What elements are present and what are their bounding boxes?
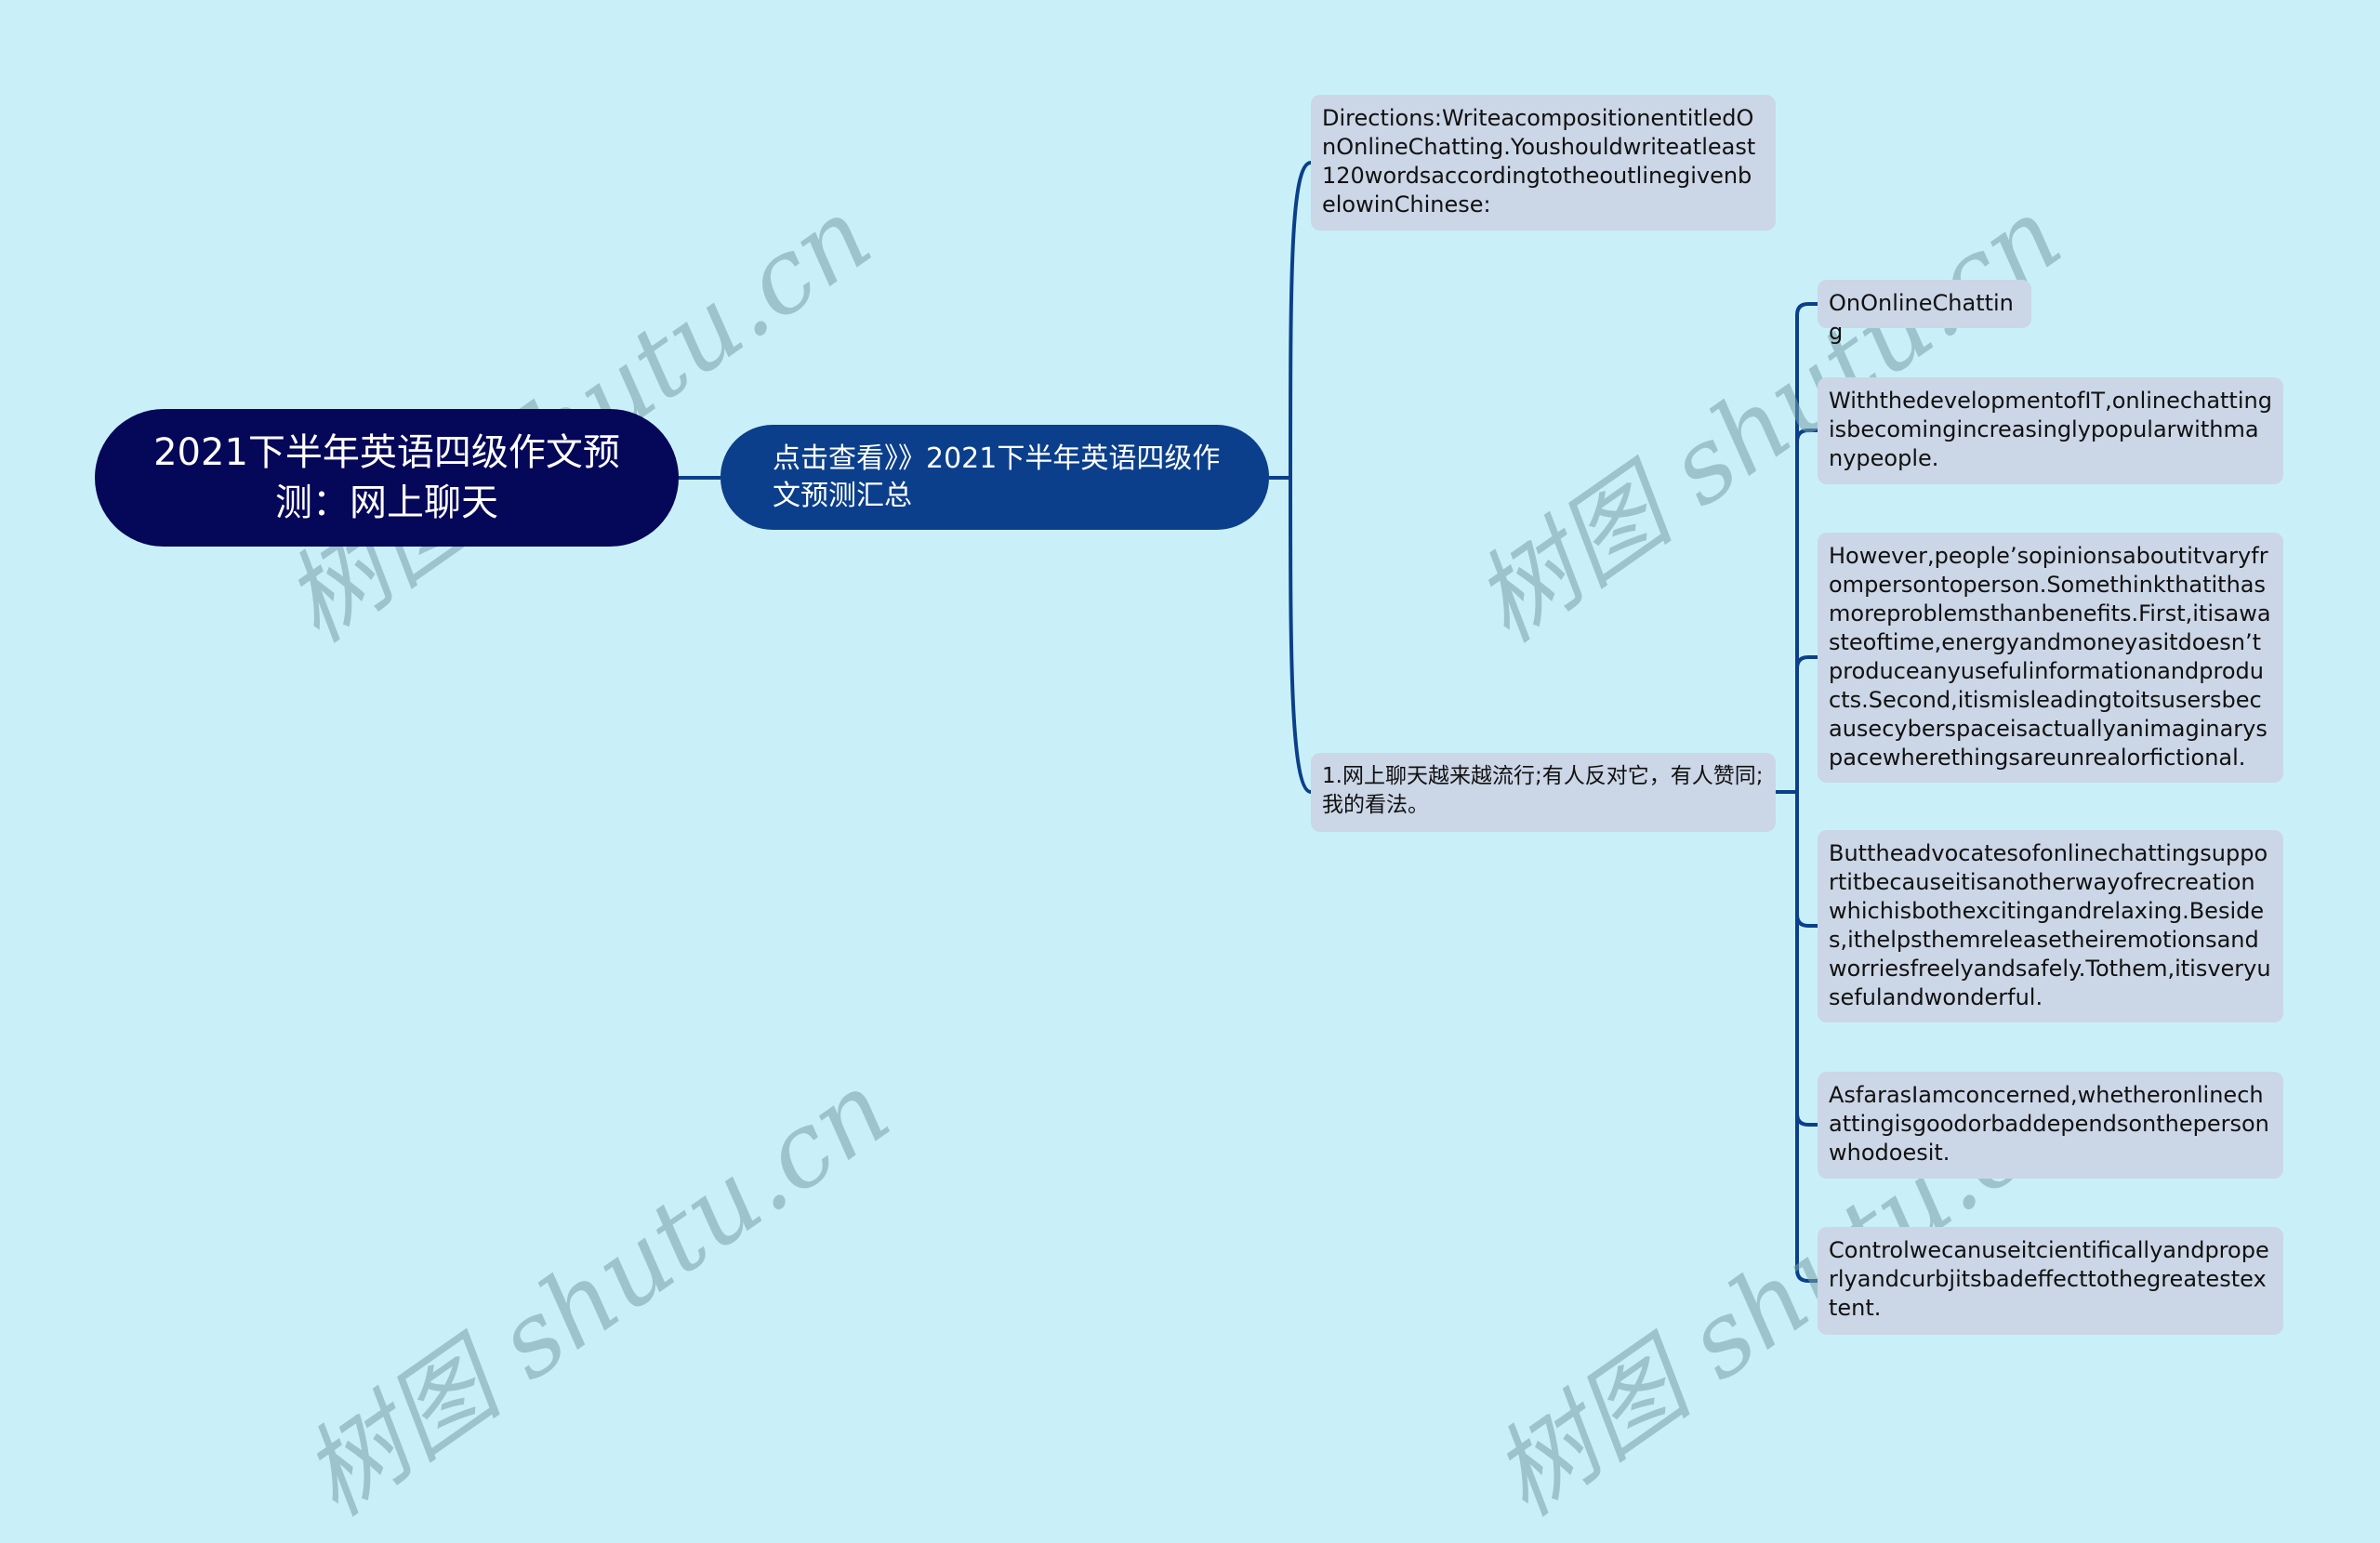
root-node[interactable]: 2021下半年英语四级作文预测：网上聊天 — [95, 409, 679, 547]
connector-leaf-2 — [1795, 655, 1818, 669]
leaf-node-title[interactable]: OnOnlineChatting — [1818, 280, 2031, 345]
root-node-label: 2021下半年英语四级作文预测：网上聊天 — [153, 431, 620, 524]
leaf-node-advocates[interactable]: Buttheadvocatesofonlinechattingsupportit… — [1818, 830, 2283, 1022]
connector-leaf-3 — [1795, 914, 1818, 928]
directions-node[interactable]: Directions:WriteacompositionentitledOnOn… — [1311, 95, 1776, 231]
outline-label: 1.网上聊天越来越流行;有人反对它，有人赞同;我的看法。 — [1322, 764, 1764, 817]
connector-leaf-4 — [1795, 1113, 1818, 1127]
connector-level2-directions — [1289, 161, 1312, 479]
leaf-label: Controlwecanuseitcientificallyandproperl… — [1829, 1237, 2269, 1321]
summary-link-node[interactable]: 点击查看》》2021下半年英语四级作文预测汇总 — [721, 425, 1269, 530]
leaf-label: However,people’sopinionsaboutitvaryfromp… — [1829, 543, 2271, 771]
outline-node[interactable]: 1.网上聊天越来越流行;有人反对它，有人赞同;我的看法。 — [1311, 753, 1776, 832]
leaf-label: Buttheadvocatesofonlinechattingsupportit… — [1829, 840, 2271, 1010]
connector-leaf-1 — [1795, 429, 1818, 442]
leaf-label: AsfarasIamconcerned,whetheronlinechattin… — [1829, 1082, 2269, 1166]
leaf-node-opponents[interactable]: However,people’sopinionsaboutitvaryfromp… — [1818, 533, 2283, 783]
leaf-node-opinion[interactable]: AsfarasIamconcerned,whetheronlinechattin… — [1818, 1072, 2283, 1179]
connector-leaf-0 — [1795, 302, 1818, 1283]
summary-link-label: 点击查看》》2021下半年英语四级作文预测汇总 — [773, 442, 1221, 512]
leaf-label: WiththedevelopmentofIT,onlinechattingisb… — [1829, 388, 2272, 471]
leaf-node-conclusion[interactable]: Controlwecanuseitcientificallyandproperl… — [1818, 1227, 2283, 1335]
leaf-node-intro[interactable]: WiththedevelopmentofIT,onlinechattingisb… — [1818, 377, 2283, 484]
connector-level2-outline — [1289, 477, 1312, 794]
directions-label: Directions:WriteacompositionentitledOnOn… — [1322, 105, 1756, 218]
